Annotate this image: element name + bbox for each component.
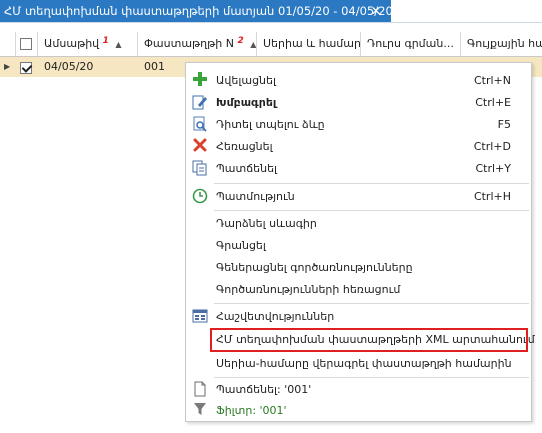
row-indicator-header [0,32,16,56]
menu-item-remove-operations[interactable]: Գործառնությունների հեռացում [186,279,531,301]
history-icon [191,188,209,206]
menu-item-generate-operations[interactable]: Գեներացնել գործառնությունները [186,257,531,279]
sort-order-2: 2 [237,36,244,46]
menu-item-register[interactable]: Գրանցել [186,235,531,257]
sort-asc-icon: ▲ [115,40,122,49]
row-checkbox[interactable] [20,62,32,74]
menu-item-reports[interactable]: Հաշվետվություններ [186,306,531,328]
menu-item-serial-to-docno[interactable]: Սերիա-համարը վերագրել փաստաթղթի համարին [186,353,531,375]
menu-item-copy[interactable]: Պատճենել Ctrl+Y [186,158,531,180]
menu-item-filter[interactable]: Ֆիլտր: '001' [186,400,531,422]
menu-separator [214,377,529,378]
sort-order-1: 1 [102,36,109,46]
menu-separator [214,303,529,304]
menu-item-label: Հաշվետվություններ [216,310,335,323]
menu-item-history[interactable]: Պատմություն Ctrl+H [186,186,531,208]
menu-separator [214,210,529,211]
menu-item-copy-value[interactable]: Պատճենել: '001' [186,379,531,401]
menu-item-preview[interactable]: Դիտել տպելու ձևը F5 [186,114,531,136]
delete-icon [191,138,209,156]
cell-date: 04/05/20 [44,60,94,73]
cell-docno: 001 [144,60,165,73]
menu-item-label: Դիտել տպելու ձևը [216,118,325,131]
menu-item-shortcut: Ctrl+D [473,140,511,153]
row-checkbox-cell[interactable] [20,61,32,81]
menu-item-label: Գեներացնել գործառնությունները [216,261,413,274]
menu-item-shortcut: Ctrl+E [475,96,511,109]
col-date-label: Ամսաթիվ [44,37,100,50]
col-writeoff-label: Դուրս գրման... [367,37,454,50]
filter-icon [191,402,209,420]
menu-item-shortcut: Ctrl+H [473,190,511,203]
menu-item-label: Ավելացնել [216,74,276,87]
menu-item-label: Գործառնությունների հեռացում [216,283,401,296]
col-docno-header[interactable]: Փաստաթղթի N 2 ▲ [138,32,257,56]
menu-item-label: Պատճենել: '001' [216,383,312,396]
menu-item-label: Խմբագրել [216,96,277,109]
col-date-header[interactable]: Ամսաթիվ 1 ▲ [38,32,138,56]
plus-icon [191,72,209,90]
select-all-checkbox[interactable] [20,38,32,50]
grid-header: Ամսաթիվ 1 ▲ Փաստաթղթի N 2 ▲ Սերիա և համա… [0,32,542,57]
current-row-icon: ▶ [4,62,11,71]
menu-item-label: Ֆիլտր: '001' [216,404,287,417]
col-serial-label: Սերիա և համար [263,37,361,50]
edit-icon [191,94,209,112]
menu-item-label: Գրանցել [216,239,266,252]
window-title-bar: ՀՄ տեղափոխման փաստաթղթերի մատյան 01/05/2… [0,0,393,22]
copy-icon [191,160,209,178]
highlight-box [210,328,528,352]
menu-item-label: Դարձնել սևագիր [216,217,317,230]
col-serial-header[interactable]: Սերիա և համար [257,32,361,56]
col-property-label: Գույքային հա... [467,37,542,50]
report-icon [191,308,209,326]
select-all-header[interactable] [16,32,38,56]
menu-item-label: Սերիա-համարը վերագրել փաստաթղթի համարին [216,357,512,370]
col-property-header[interactable]: Գույքային հա... [461,32,542,56]
menu-item-label: Պատճենել [216,162,278,175]
context-menu: Ավելացնել Ctrl+N Խմբագրել Ctrl+E Դիտել տ… [185,62,535,422]
sort-asc-icon: ▲ [250,40,257,49]
close-icon[interactable]: ✕ [371,0,381,22]
menu-separator [214,183,529,184]
menu-item-label: Պատմություն [216,190,295,203]
copy-doc-icon [191,381,209,399]
preview-icon [191,116,209,134]
menu-item-shortcut: Ctrl+N [473,74,511,87]
col-docno-label: Փաստաթղթի N [144,37,234,50]
menu-item-edit[interactable]: Խմբագրել Ctrl+E [186,92,531,114]
window-title: ՀՄ տեղափոխման փաստաթղթերի մատյան 01/05/2… [4,4,393,18]
col-writeoff-header[interactable]: Դուրս գրման... [361,32,461,56]
menu-item-shortcut: Ctrl+Y [475,162,511,175]
menu-item-shortcut: F5 [497,118,511,131]
menu-item-label: Հեռացնել [216,140,273,153]
menu-item-add[interactable]: Ավելացնել Ctrl+N [186,70,531,92]
menu-item-delete[interactable]: Հեռացնել Ctrl+D [186,136,531,158]
menu-item-make-draft[interactable]: Դարձնել սևագիր [186,213,531,235]
